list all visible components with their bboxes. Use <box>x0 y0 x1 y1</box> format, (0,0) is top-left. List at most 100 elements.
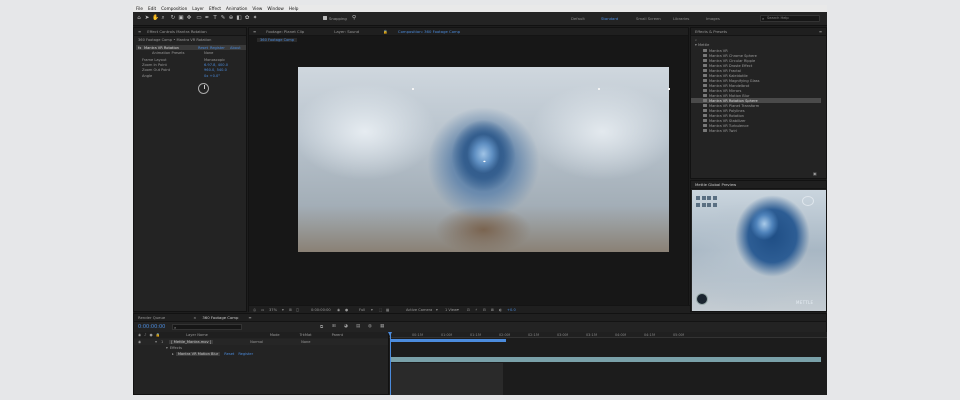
panel-menu-icon[interactable]: ≡ <box>138 29 141 34</box>
reset-link[interactable]: Reset <box>198 46 208 50</box>
workspace-libraries[interactable]: Libraries <box>673 16 689 21</box>
angle-dial[interactable] <box>198 83 209 94</box>
menu-item-animation[interactable]: Animation <box>226 6 247 11</box>
tab-timeline-comp[interactable]: 360 Footage Comp <box>202 315 238 320</box>
mask-visibility-icon[interactable]: ◻ <box>296 308 299 312</box>
timeline-tracks[interactable] <box>388 332 827 395</box>
tab-render-queue[interactable]: Render Queue <box>138 315 165 320</box>
footage-frame[interactable]: ⌖ <box>298 67 669 252</box>
timeline-search-input[interactable]: ⌕ <box>172 324 242 330</box>
effect-controls-tab[interactable]: Effect Controls Mantra Rotation <box>147 29 207 34</box>
shy-icon[interactable]: ◕ <box>344 324 348 329</box>
effect-row[interactable]: ▸ Mantra VR Motion Blur Reset Register <box>134 351 388 357</box>
close-icon[interactable]: × <box>193 315 196 320</box>
property-value[interactable]: 0x +0.0° <box>204 74 220 78</box>
rotate-tool-icon[interactable]: ↻ <box>170 15 176 21</box>
comp-breadcrumb[interactable]: 360 Footage Comp <box>257 38 298 42</box>
property-row[interactable]: Zoom Out Point 960.0, 540.0 <box>142 68 227 73</box>
eye-icon[interactable]: ◉ <box>138 340 141 344</box>
layer-mode-select[interactable]: Normal <box>250 340 263 344</box>
fast-preview-icon[interactable]: ⚡ <box>475 308 478 312</box>
about-link[interactable]: About <box>230 46 241 50</box>
chevron-down-icon[interactable]: ▾ <box>155 340 157 344</box>
snapping-checkbox[interactable] <box>323 16 327 20</box>
fx-badge[interactable]: fx <box>138 46 141 50</box>
clone-stamp-tool-icon[interactable]: ⊕ <box>228 15 234 21</box>
menu-item-effect[interactable]: Effect <box>209 6 221 11</box>
home-icon[interactable]: ⌂ <box>136 15 142 21</box>
selection-tool-icon[interactable]: ➤ <box>144 15 150 21</box>
panel-menu-icon[interactable]: ≡ <box>819 29 822 34</box>
effect-header-row[interactable]: fx Mantra VR Rotation Reset Register Abo… <box>136 45 246 50</box>
snapshot-icon[interactable]: ◉ <box>337 308 340 312</box>
property-value[interactable]: None <box>204 51 213 55</box>
eraser-tool-icon[interactable]: ◧ <box>236 15 242 21</box>
motion-blur-icon[interactable]: ◍ <box>368 324 372 329</box>
flowchart-icon[interactable]: ⊠ <box>491 308 494 312</box>
pen-tool-icon[interactable]: ✒ <box>204 15 210 21</box>
property-row[interactable]: Angle 0x +0.0° <box>142 74 220 79</box>
timeline-icon[interactable]: ⊟ <box>483 308 486 312</box>
snap-options-icon[interactable]: ⚲ <box>351 15 357 21</box>
property-value[interactable]: 6.97.8, 400.0 <box>204 63 228 67</box>
pan-behind-tool-icon[interactable]: ✥ <box>186 15 192 21</box>
timeline-timecode[interactable]: 0:00:00:00 <box>138 324 165 330</box>
region-icon[interactable]: ▭ <box>261 308 264 312</box>
effect-list-item[interactable]: Mantra VR Twirl <box>691 128 821 133</box>
frame-handle-tc[interactable] <box>598 88 600 90</box>
search-help-input[interactable]: ⌕ Search Help <box>760 15 820 22</box>
mettle-preview-image[interactable]: METTLE <box>692 190 826 311</box>
orientation-puck-icon[interactable] <box>696 293 708 305</box>
camera-select[interactable]: Active Camera <box>406 308 432 312</box>
time-ruler[interactable] <box>389 332 827 338</box>
mask-rect-tool-icon[interactable]: ▭ <box>196 15 202 21</box>
panel-menu-icon[interactable]: ≡ <box>253 29 256 34</box>
menu-item-composition[interactable]: Composition <box>161 6 187 11</box>
type-tool-icon[interactable]: T <box>212 15 218 21</box>
effect-register-link[interactable]: Register <box>238 352 253 356</box>
graph-editor-icon[interactable]: ▦ <box>380 324 384 329</box>
exposure-value[interactable]: +0.0 <box>507 308 516 312</box>
new-folder-icon[interactable]: ▣ <box>813 171 817 176</box>
menu-item-edit[interactable]: Edit <box>148 6 156 11</box>
workspace-standard[interactable]: Standard <box>601 16 618 21</box>
frame-handle-tl[interactable] <box>412 88 414 90</box>
panel-menu-icon[interactable]: ≡ <box>248 315 251 320</box>
menu-item-layer[interactable]: Layer <box>192 6 204 11</box>
work-area-bar[interactable] <box>391 339 506 342</box>
hand-tool-icon[interactable]: ✋ <box>152 15 159 21</box>
property-value[interactable]: Monoscopic <box>204 58 225 62</box>
comp-mini-flowchart-icon[interactable]: ⧉ <box>320 324 323 330</box>
draft-3d-icon[interactable]: ⊞ <box>332 324 336 329</box>
effect-reset-link[interactable]: Reset <box>224 352 234 356</box>
lock-icon[interactable]: 🔒 <box>383 29 388 34</box>
color-channel-icon[interactable]: ● <box>345 308 348 312</box>
workspace-images[interactable]: Images <box>706 16 720 21</box>
menu-item-help[interactable]: Help <box>289 6 299 11</box>
layer-name[interactable]: [ Mettle_Mantra.mov ] <box>169 340 214 344</box>
tab-composition[interactable]: Composition: 360 Footage Comp <box>398 29 460 34</box>
workspace-small-screen[interactable]: Small Screen <box>636 16 661 21</box>
frame-blending-icon[interactable]: ▤ <box>356 324 360 329</box>
zoom-level[interactable]: 37% <box>269 308 277 312</box>
menu-item-window[interactable]: Window <box>267 6 284 11</box>
puppet-tool-icon[interactable]: ✦ <box>252 15 258 21</box>
preview-nav-grid[interactable] <box>696 196 718 208</box>
layer-parent-select[interactable]: None <box>301 340 310 344</box>
tab-layer[interactable]: Layer: Sound <box>334 29 359 34</box>
roi-icon[interactable]: ⬚ <box>379 308 382 312</box>
resolution-select[interactable]: Full <box>359 308 365 312</box>
frame-handle-tr[interactable] <box>668 88 670 90</box>
views-select[interactable]: 1 View <box>445 308 457 312</box>
camera-tool-icon[interactable]: ▣ <box>178 15 184 21</box>
register-link[interactable]: Register <box>210 46 225 50</box>
menu-item-view[interactable]: View <box>252 6 262 11</box>
layer-duration-bar[interactable] <box>391 357 821 362</box>
property-value[interactable]: 960.0, 540.0 <box>204 68 227 72</box>
category-mettle[interactable]: ▾ Mettle <box>695 43 709 47</box>
toggle-pixel-icon[interactable]: ⊡ <box>467 308 470 312</box>
always-preview-icon[interactable]: ◎ <box>253 308 256 312</box>
roto-brush-tool-icon[interactable]: ✿ <box>244 15 250 21</box>
playhead-marker-icon[interactable] <box>388 332 392 336</box>
playhead[interactable] <box>390 332 391 395</box>
